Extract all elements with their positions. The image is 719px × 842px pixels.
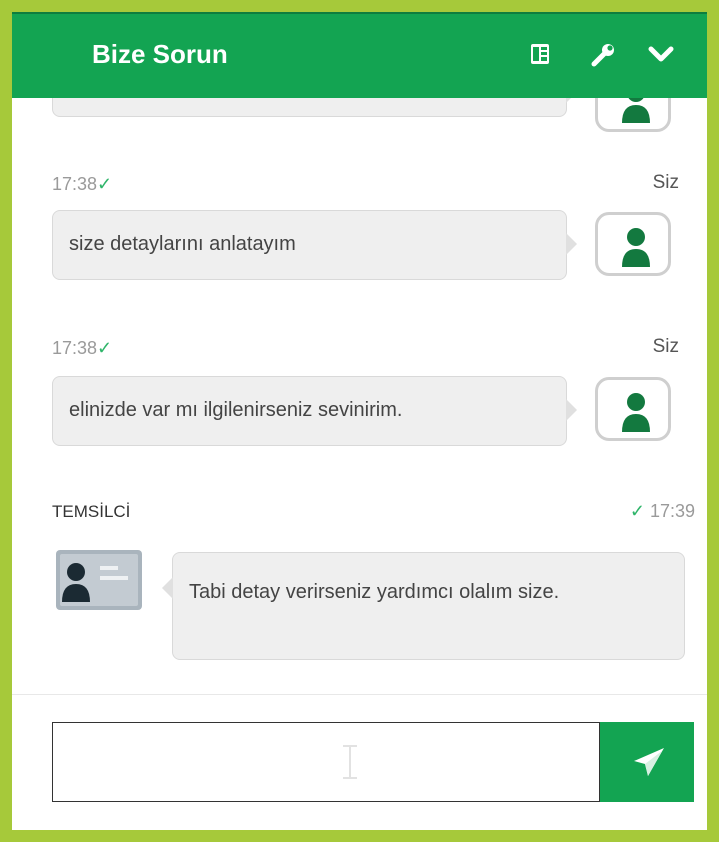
user-message-bubble: size detaylarını anlatayım	[52, 210, 577, 280]
message-time: 17:38✓	[52, 174, 112, 195]
agent-time-text: 17:39	[649, 501, 695, 521]
message-text: elinizde var mı ilgilenirseniz sevinirim…	[69, 399, 403, 421]
chevron-down-icon[interactable]	[648, 44, 674, 69]
chat-messages[interactable]: 17:38✓ Siz size detaylarını anlatayım 17…	[12, 98, 707, 694]
user-avatar	[595, 377, 671, 441]
agent-id-card-icon	[56, 550, 142, 615]
agent-message-text: Tabi detay verirseniz yardımcı olalım si…	[189, 581, 560, 603]
user-avatar-partial	[595, 98, 671, 132]
sender-label: Siz	[652, 172, 679, 193]
message-input[interactable]	[52, 722, 600, 802]
sender-label: Siz	[652, 336, 679, 357]
text-cursor-icon	[343, 745, 357, 779]
wrench-icon[interactable]	[590, 42, 616, 73]
delivered-check-icon: ✓	[629, 501, 645, 521]
composer-divider	[12, 694, 707, 695]
chat-header: Bize Sorun	[12, 12, 707, 98]
send-plane-icon	[634, 748, 664, 776]
send-button[interactable]	[600, 722, 694, 802]
agent-message-time: ✓ 17:39	[630, 501, 695, 522]
user-avatar	[595, 212, 671, 276]
agent-name: TEMSİLCİ	[52, 502, 131, 521]
language-book-icon[interactable]	[529, 42, 551, 71]
chat-widget: Bize Sorun 17:38✓ Siz size detaylarını a…	[12, 12, 707, 830]
header-top-strip	[12, 12, 707, 14]
message-time-text: 17:38	[52, 338, 98, 358]
delivered-check-icon: ✓	[97, 338, 113, 358]
chat-title: Bize Sorun	[92, 39, 228, 69]
message-time-text: 17:38	[52, 174, 98, 194]
message-text: size detaylarını anlatayım	[69, 233, 296, 255]
user-message-bubble: elinizde var mı ilgilenirseniz sevinirim…	[52, 376, 577, 446]
user-message-bubble-partial	[52, 98, 577, 117]
agent-message-bubble: Tabi detay verirseniz yardımcı olalım si…	[162, 552, 685, 660]
delivered-check-icon: ✓	[97, 174, 113, 194]
message-time: 17:38✓	[52, 338, 112, 359]
